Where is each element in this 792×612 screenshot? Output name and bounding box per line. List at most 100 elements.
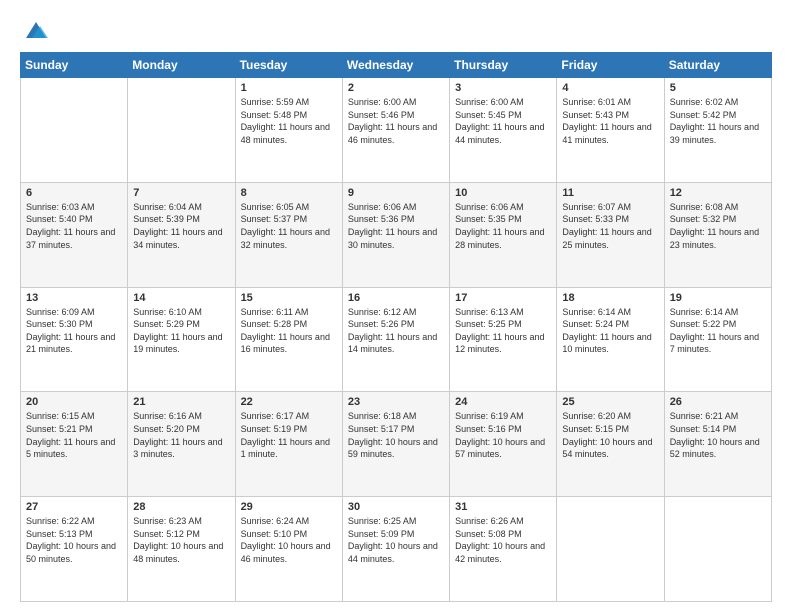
daylight-text: Daylight: 11 hours and 16 minutes. bbox=[241, 332, 330, 355]
sunrise-text: Sunrise: 6:12 AM bbox=[348, 307, 417, 317]
calendar-header-row: SundayMondayTuesdayWednesdayThursdayFrid… bbox=[21, 53, 772, 78]
sunrise-text: Sunrise: 6:23 AM bbox=[133, 516, 202, 526]
calendar-cell: 30Sunrise: 6:25 AMSunset: 5:09 PMDayligh… bbox=[342, 497, 449, 602]
sunset-text: Sunset: 5:25 PM bbox=[455, 319, 522, 329]
daylight-text: Daylight: 10 hours and 57 minutes. bbox=[455, 437, 545, 460]
sunset-text: Sunset: 5:48 PM bbox=[241, 110, 308, 120]
sunset-text: Sunset: 5:15 PM bbox=[562, 424, 629, 434]
day-header-friday: Friday bbox=[557, 53, 664, 78]
daylight-text: Daylight: 10 hours and 42 minutes. bbox=[455, 541, 545, 564]
day-number: 21 bbox=[133, 396, 229, 408]
day-info: Sunrise: 6:24 AMSunset: 5:10 PMDaylight:… bbox=[241, 515, 337, 565]
calendar-cell bbox=[128, 78, 235, 183]
daylight-text: Daylight: 11 hours and 44 minutes. bbox=[455, 122, 544, 145]
daylight-text: Daylight: 10 hours and 46 minutes. bbox=[241, 541, 331, 564]
calendar-cell: 10Sunrise: 6:06 AMSunset: 5:35 PMDayligh… bbox=[450, 182, 557, 287]
sunrise-text: Sunrise: 6:24 AM bbox=[241, 516, 310, 526]
sunrise-text: Sunrise: 6:14 AM bbox=[670, 307, 739, 317]
day-number: 1 bbox=[241, 82, 337, 94]
daylight-text: Daylight: 10 hours and 52 minutes. bbox=[670, 437, 760, 460]
sunrise-text: Sunrise: 6:14 AM bbox=[562, 307, 631, 317]
calendar-cell: 25Sunrise: 6:20 AMSunset: 5:15 PMDayligh… bbox=[557, 392, 664, 497]
calendar-cell: 1 Sunrise: 5:59 AMSunset: 5:48 PMDaylight… bbox=[235, 78, 342, 183]
sunrise-text: Sunrise: 6:09 AM bbox=[26, 307, 95, 317]
day-info: Sunrise: 6:01 AMSunset: 5:43 PMDaylight:… bbox=[562, 96, 658, 146]
day-info: Sunrise: 6:06 AMSunset: 5:36 PMDaylight:… bbox=[348, 201, 444, 251]
day-info: Sunrise: 6:22 AMSunset: 5:13 PMDaylight:… bbox=[26, 515, 122, 565]
sunset-text: Sunset: 5:24 PM bbox=[562, 319, 629, 329]
sunrise-text: Sunrise: 6:26 AM bbox=[455, 516, 524, 526]
day-info: Sunrise: 6:00 AMSunset: 5:46 PMDaylight:… bbox=[348, 96, 444, 146]
day-info: Sunrise: 6:25 AMSunset: 5:09 PMDaylight:… bbox=[348, 515, 444, 565]
sunrise-text: Sunrise: 6:10 AM bbox=[133, 307, 202, 317]
sunset-text: Sunset: 5:33 PM bbox=[562, 214, 629, 224]
calendar-cell: 3Sunrise: 6:00 AMSunset: 5:45 PMDaylight… bbox=[450, 78, 557, 183]
calendar-week-2: 6Sunrise: 6:03 AMSunset: 5:40 PMDaylight… bbox=[21, 182, 772, 287]
day-header-monday: Monday bbox=[128, 53, 235, 78]
day-number: 27 bbox=[26, 501, 122, 513]
daylight-text: Daylight: 11 hours and 28 minutes. bbox=[455, 227, 544, 250]
sunset-text: Sunset: 5:30 PM bbox=[26, 319, 93, 329]
day-number: 3 bbox=[455, 82, 551, 94]
calendar-cell: 15Sunrise: 6:11 AMSunset: 5:28 PMDayligh… bbox=[235, 287, 342, 392]
day-info: Sunrise: 6:08 AMSunset: 5:32 PMDaylight:… bbox=[670, 201, 766, 251]
sunset-text: Sunset: 5:40 PM bbox=[26, 214, 93, 224]
sunset-text: Sunset: 5:08 PM bbox=[455, 529, 522, 539]
sunrise-text: Sunrise: 6:21 AM bbox=[670, 411, 739, 421]
day-number: 8 bbox=[241, 187, 337, 199]
calendar-cell: 4 Sunrise: 6:01 AMSunset: 5:43 PMDaylight… bbox=[557, 78, 664, 183]
sunset-text: Sunset: 5:46 PM bbox=[348, 110, 415, 120]
day-info: Sunrise: 5:59 AMSunset: 5:48 PMDaylight:… bbox=[241, 96, 337, 146]
calendar-cell: 19Sunrise: 6:14 AMSunset: 5:22 PMDayligh… bbox=[664, 287, 771, 392]
sunset-text: Sunset: 5:37 PM bbox=[241, 214, 308, 224]
day-info: Sunrise: 6:12 AMSunset: 5:26 PMDaylight:… bbox=[348, 306, 444, 356]
calendar-cell: 27 Sunrise: 6:22 AMSunset: 5:13 PMDayligh… bbox=[21, 497, 128, 602]
sunset-text: Sunset: 5:36 PM bbox=[348, 214, 415, 224]
day-header-thursday: Thursday bbox=[450, 53, 557, 78]
day-info: Sunrise: 6:09 AMSunset: 5:30 PMDaylight:… bbox=[26, 306, 122, 356]
day-number: 9 bbox=[348, 187, 444, 199]
sunset-text: Sunset: 5:09 PM bbox=[348, 529, 415, 539]
calendar-cell: 5 Sunrise: 6:02 AMSunset: 5:42 PMDaylight… bbox=[664, 78, 771, 183]
sunrise-text: Sunrise: 6:05 AM bbox=[241, 202, 310, 212]
sunrise-text: Sunrise: 6:07 AM bbox=[562, 202, 631, 212]
sunrise-text: Sunrise: 6:06 AM bbox=[455, 202, 524, 212]
daylight-text: Daylight: 10 hours and 59 minutes. bbox=[348, 437, 438, 460]
daylight-text: Daylight: 10 hours and 44 minutes. bbox=[348, 541, 438, 564]
calendar-cell: 9 Sunrise: 6:06 AMSunset: 5:36 PMDaylight… bbox=[342, 182, 449, 287]
sunrise-text: Sunrise: 6:00 AM bbox=[455, 97, 524, 107]
daylight-text: Daylight: 11 hours and 34 minutes. bbox=[133, 227, 222, 250]
daylight-text: Daylight: 10 hours and 48 minutes. bbox=[133, 541, 223, 564]
daylight-text: Daylight: 11 hours and 12 minutes. bbox=[455, 332, 544, 355]
day-info: Sunrise: 6:20 AMSunset: 5:15 PMDaylight:… bbox=[562, 410, 658, 460]
calendar-cell: 20Sunrise: 6:15 AMSunset: 5:21 PMDayligh… bbox=[21, 392, 128, 497]
calendar-page: SundayMondayTuesdayWednesdayThursdayFrid… bbox=[0, 0, 792, 612]
calendar-cell: 13Sunrise: 6:09 AMSunset: 5:30 PMDayligh… bbox=[21, 287, 128, 392]
sunset-text: Sunset: 5:17 PM bbox=[348, 424, 415, 434]
day-number: 5 bbox=[670, 82, 766, 94]
calendar-table: SundayMondayTuesdayWednesdayThursdayFrid… bbox=[20, 52, 772, 602]
daylight-text: Daylight: 10 hours and 54 minutes. bbox=[562, 437, 652, 460]
calendar-week-3: 13Sunrise: 6:09 AMSunset: 5:30 PMDayligh… bbox=[21, 287, 772, 392]
calendar-cell bbox=[21, 78, 128, 183]
daylight-text: Daylight: 11 hours and 30 minutes. bbox=[348, 227, 437, 250]
day-number: 16 bbox=[348, 292, 444, 304]
sunset-text: Sunset: 5:26 PM bbox=[348, 319, 415, 329]
logo bbox=[20, 16, 50, 44]
calendar-cell: 11Sunrise: 6:07 AMSunset: 5:33 PMDayligh… bbox=[557, 182, 664, 287]
calendar-cell bbox=[557, 497, 664, 602]
daylight-text: Daylight: 11 hours and 5 minutes. bbox=[26, 437, 115, 460]
day-number: 7 bbox=[133, 187, 229, 199]
sunrise-text: Sunrise: 6:13 AM bbox=[455, 307, 524, 317]
sunset-text: Sunset: 5:35 PM bbox=[455, 214, 522, 224]
sunset-text: Sunset: 5:29 PM bbox=[133, 319, 200, 329]
day-number: 20 bbox=[26, 396, 122, 408]
day-number: 26 bbox=[670, 396, 766, 408]
day-info: Sunrise: 6:02 AMSunset: 5:42 PMDaylight:… bbox=[670, 96, 766, 146]
day-header-saturday: Saturday bbox=[664, 53, 771, 78]
calendar-cell: 22Sunrise: 6:17 AMSunset: 5:19 PMDayligh… bbox=[235, 392, 342, 497]
day-number: 31 bbox=[455, 501, 551, 513]
day-number: 4 bbox=[562, 82, 658, 94]
calendar-cell: 6Sunrise: 6:03 AMSunset: 5:40 PMDaylight… bbox=[21, 182, 128, 287]
daylight-text: Daylight: 11 hours and 10 minutes. bbox=[562, 332, 651, 355]
